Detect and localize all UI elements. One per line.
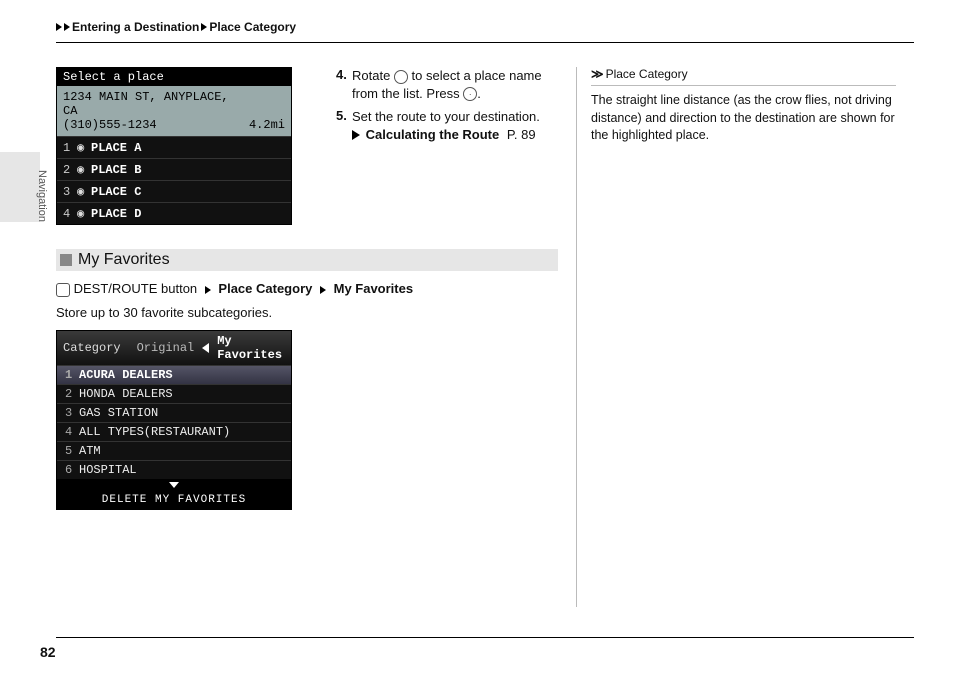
- distance-text: 4.2mi: [249, 118, 285, 132]
- list-item: 1◉PLACE A: [57, 136, 291, 158]
- joystick-icon: [56, 283, 70, 297]
- step-number: 4.: [336, 67, 352, 102]
- chevron-right-icon: [201, 23, 207, 31]
- chevron-left-icon: [202, 343, 209, 353]
- chevron-right-icon: [205, 286, 211, 294]
- breadcrumb: Entering a Destination Place Category: [56, 18, 914, 43]
- phone-text: (310)555-1234: [63, 118, 249, 132]
- square-bullet-icon: [60, 254, 72, 266]
- category-label: Category: [63, 341, 121, 355]
- page-number: 82: [40, 644, 56, 660]
- step-5: 5. Set the route to your destination. Ca…: [336, 108, 558, 143]
- list-item: 4◉PLACE D: [57, 202, 291, 224]
- list-item: 1ACURA DEALERS: [57, 365, 291, 384]
- list-item: 2◉PLACE B: [57, 158, 291, 180]
- chevron-right-icon: [56, 23, 62, 31]
- steps-block: 4. Rotate to select a place name from th…: [336, 67, 558, 243]
- section-tab-label: Navigation: [36, 170, 48, 222]
- step-number: 5.: [336, 108, 352, 143]
- list-item: 6HOSPITAL: [57, 460, 291, 479]
- link-arrow-icon: [352, 130, 360, 140]
- figure-header: Select a place: [57, 68, 291, 86]
- delete-favorites-button: DELETE MY FAVORITES: [57, 479, 291, 509]
- breadcrumb-parent: Entering a Destination: [72, 20, 199, 34]
- list-item: 2HONDA DEALERS: [57, 384, 291, 403]
- section-title: My Favorites: [78, 249, 170, 271]
- section-tab: [0, 152, 40, 222]
- figure-category: Category Original My Favorites 1ACURA DE…: [56, 330, 292, 510]
- list-item: 5ATM: [57, 441, 291, 460]
- section-header: My Favorites: [56, 249, 558, 271]
- press-button-icon: [463, 87, 477, 101]
- chevron-down-icon: [169, 482, 179, 488]
- list-item: 3◉PLACE C: [57, 180, 291, 202]
- chevron-right-icon: [320, 286, 326, 294]
- list-item: 4ALL TYPES(RESTAURANT): [57, 422, 291, 441]
- rotate-dial-icon: [394, 70, 408, 84]
- tip-title: Place Category: [606, 67, 688, 81]
- page-footer-rule: [56, 637, 914, 638]
- tab-original: Original: [137, 341, 195, 355]
- breadcrumb-current: Place Category: [209, 20, 296, 34]
- figure-select-place: Select a place 1234 MAIN ST, ANYPLACE, C…: [56, 67, 292, 225]
- list-item: 3GAS STATION: [57, 403, 291, 422]
- section-description: Store up to 30 favorite subcategories.: [56, 305, 558, 320]
- double-chevron-icon: ≫: [591, 67, 602, 81]
- chevron-right-icon: [64, 23, 70, 31]
- figure-address-bar: 1234 MAIN ST, ANYPLACE, CA (310)555-1234…: [57, 86, 291, 136]
- tip-body: The straight line distance (as the crow …: [591, 85, 896, 145]
- address-text: 1234 MAIN ST, ANYPLACE, CA: [63, 90, 249, 118]
- step-4: 4. Rotate to select a place name from th…: [336, 67, 558, 102]
- tip-header: ≫ Place Category: [591, 67, 896, 81]
- xref-label: Calculating the Route: [366, 127, 500, 142]
- xref-page: P. 89: [507, 127, 536, 142]
- tab-my-favorites: My Favorites: [217, 334, 285, 362]
- nav-path: DEST/ROUTE button Place Category My Favo…: [56, 281, 558, 297]
